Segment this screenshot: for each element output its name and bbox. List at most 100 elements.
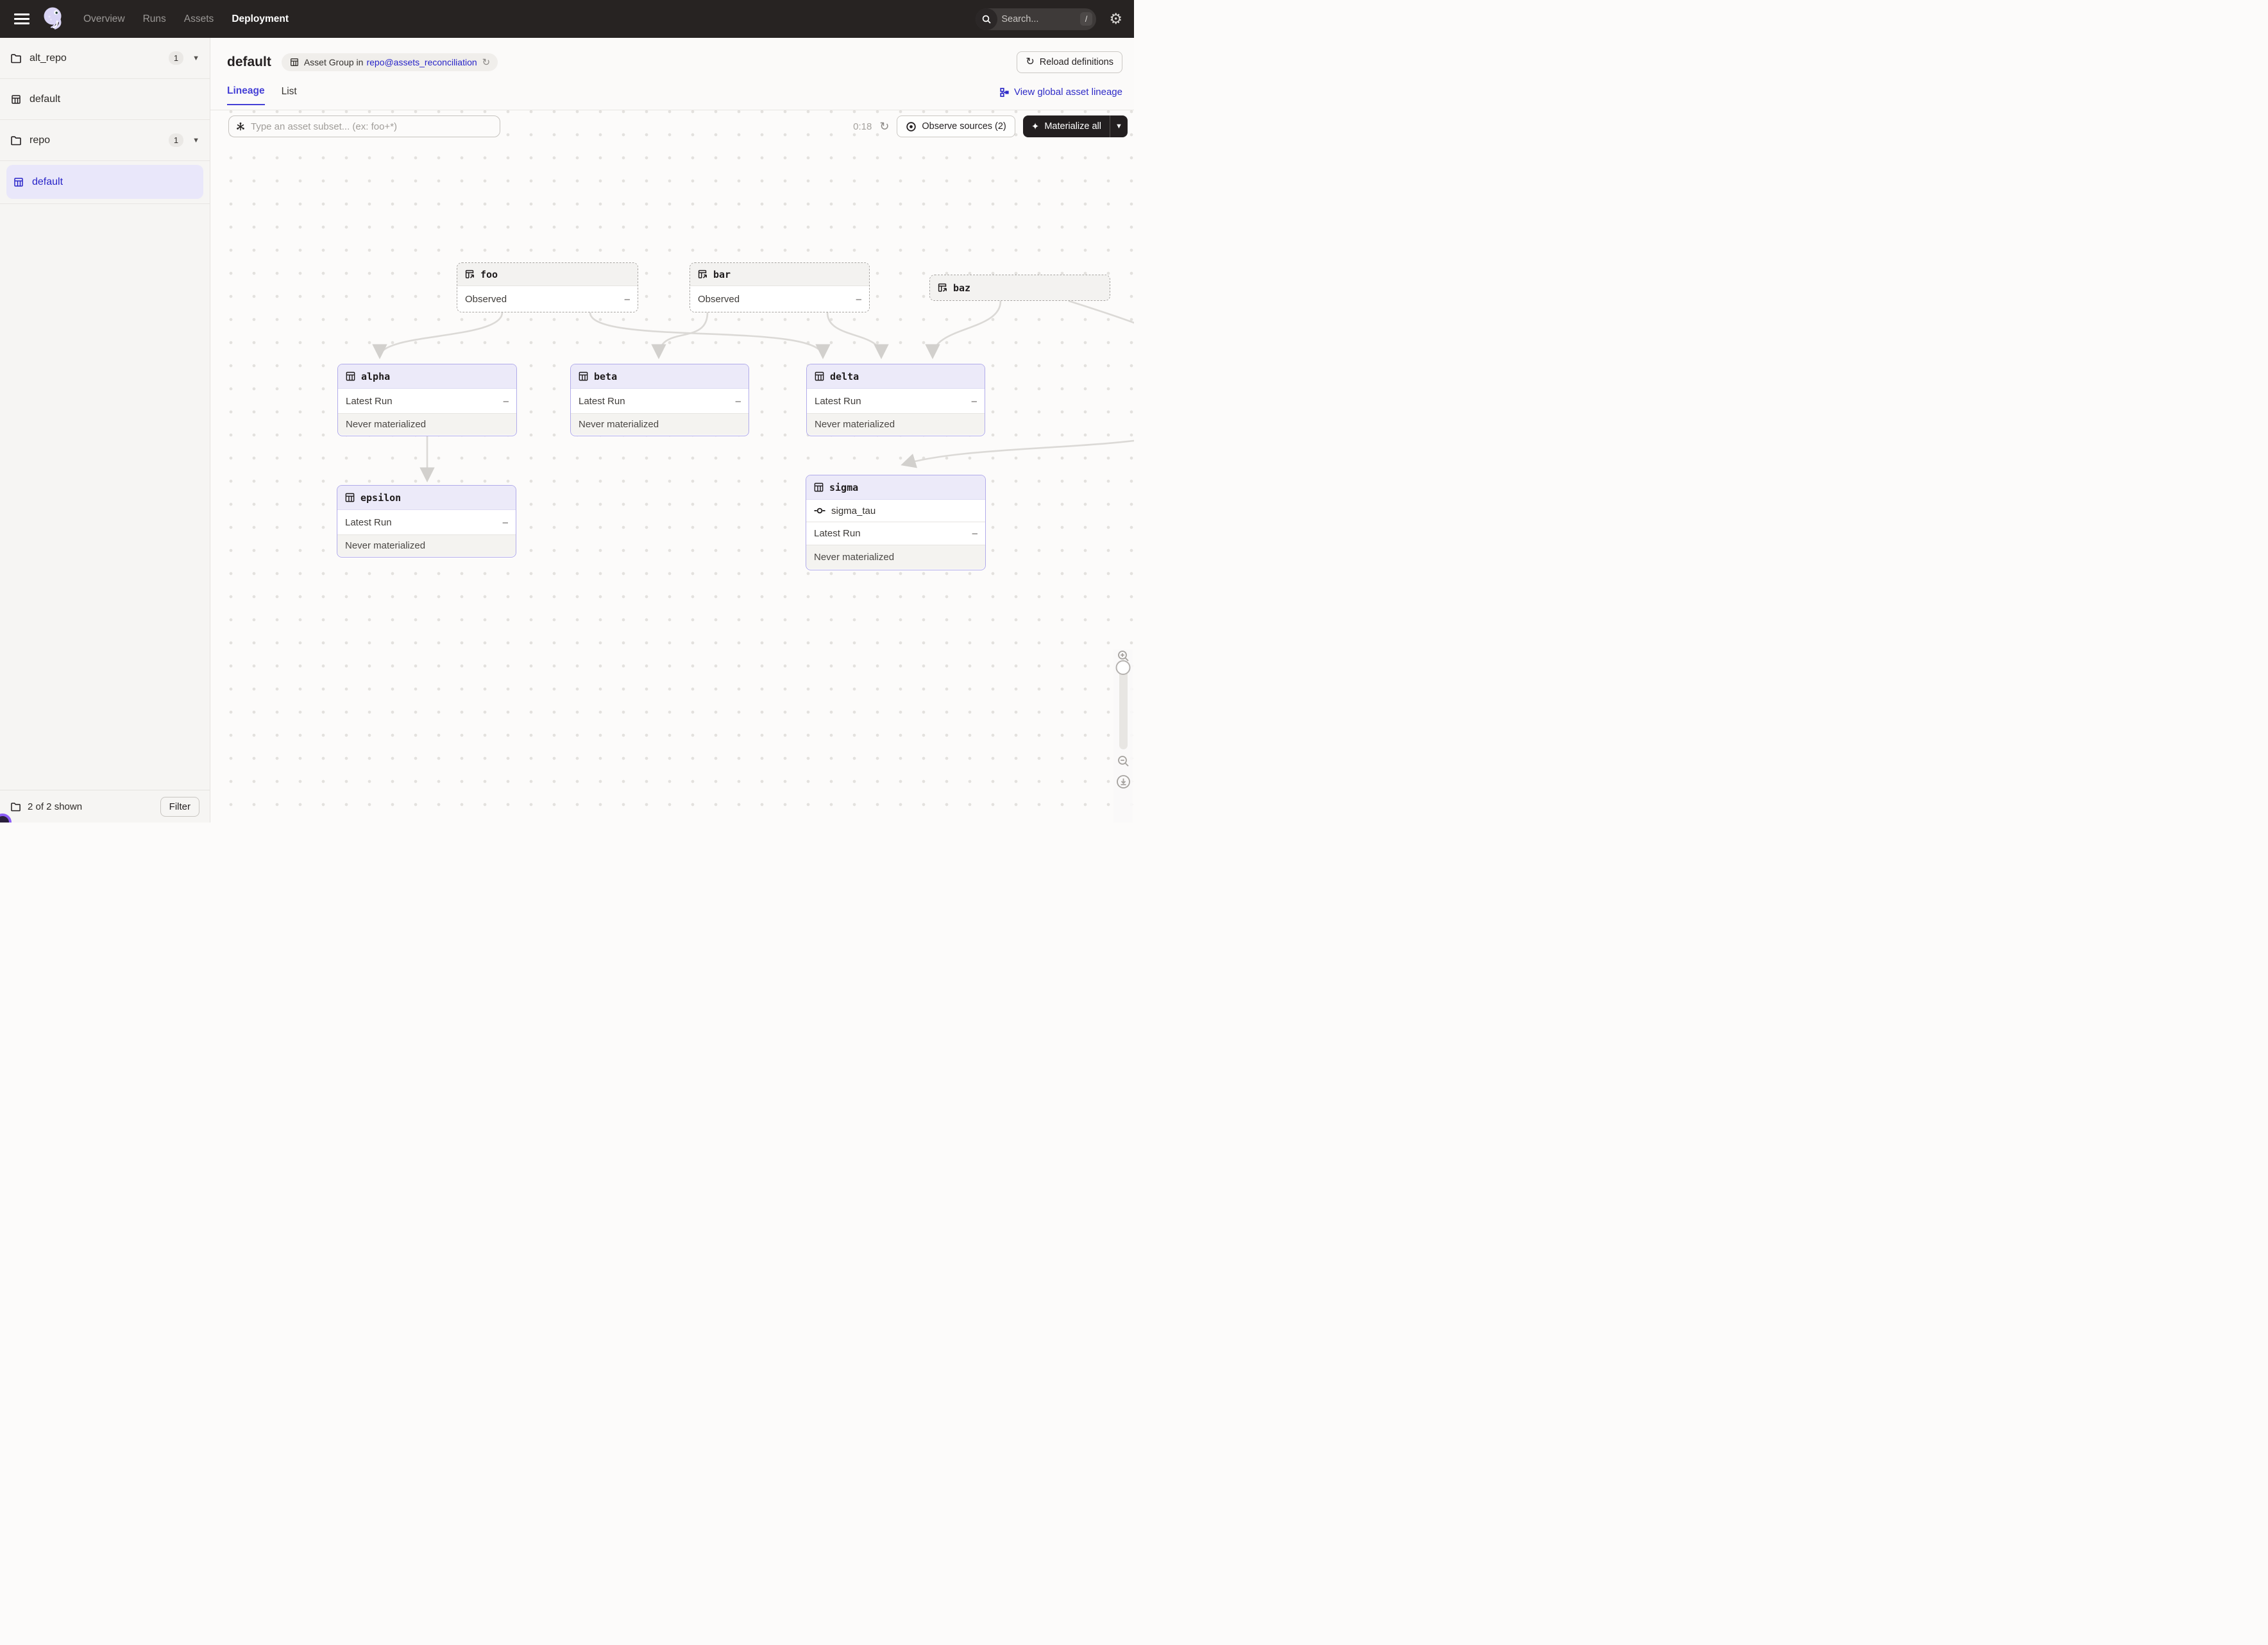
source-asset-icon xyxy=(464,269,475,280)
latest-run-value: – xyxy=(503,517,508,528)
folder-icon xyxy=(10,801,21,812)
asset-node-foo[interactable]: foo Observed – xyxy=(457,262,638,312)
status-label: Observed xyxy=(465,294,507,305)
settings-gear-icon[interactable]: ⚙ xyxy=(1109,12,1122,26)
latest-run-value: – xyxy=(972,528,977,539)
lineage-graph-icon xyxy=(999,87,1010,98)
asset-table-icon xyxy=(813,482,824,493)
sidebar-footer: 2 of 2 shown Filter xyxy=(0,790,210,822)
context-pill: Asset Group in repo@assets_reconciliatio… xyxy=(282,53,498,71)
status-value: – xyxy=(856,294,861,305)
search-input[interactable] xyxy=(997,14,1079,24)
sidebar-item-default-selected[interactable]: default xyxy=(6,165,203,199)
repo-location-link[interactable]: repo@assets_reconciliation xyxy=(366,57,477,67)
source-asset-icon xyxy=(697,269,708,280)
nav-overview[interactable]: Overview xyxy=(83,13,125,25)
sidebar-item-label: alt_repo xyxy=(30,53,67,64)
asset-group-icon xyxy=(289,57,300,67)
asset-subset-input[interactable] xyxy=(251,121,493,132)
status-label: Observed xyxy=(698,294,740,305)
reload-icon: ↻ xyxy=(1026,57,1034,67)
refresh-icon[interactable]: ↻ xyxy=(879,121,889,132)
materialization-status: Never materialized xyxy=(345,540,425,551)
main-content: default Asset Group in repo@assets_recon… xyxy=(210,38,1134,822)
materialization-status: Never materialized xyxy=(814,552,894,563)
folder-icon xyxy=(10,135,22,146)
asset-count-badge: 1 xyxy=(169,133,183,147)
latest-run-value: – xyxy=(972,396,977,407)
search-shortcut-key: / xyxy=(1080,12,1093,26)
asset-node-bar[interactable]: bar Observed – xyxy=(690,262,870,312)
nav-deployment[interactable]: Deployment xyxy=(232,13,289,25)
sidebar-item-default-group[interactable]: default xyxy=(0,79,210,120)
asset-subset-filter[interactable] xyxy=(228,115,500,137)
refresh-timer: 0:18 xyxy=(853,121,872,132)
page-title: default xyxy=(227,55,271,70)
materialization-status: Never materialized xyxy=(346,419,426,430)
dagster-app-window: Overview Runs Assets Deployment / ⚙ xyxy=(0,0,1134,822)
observe-eye-icon xyxy=(906,121,917,132)
zoom-slider[interactable] xyxy=(1119,666,1128,749)
sidebar-selected-wrap: default xyxy=(0,161,210,204)
asset-table-icon xyxy=(578,371,589,382)
materialization-status: Never materialized xyxy=(579,419,659,430)
nav-assets[interactable]: Assets xyxy=(184,13,214,25)
edge-bar-delta xyxy=(827,312,881,357)
asset-check-label: sigma_tau xyxy=(831,506,876,516)
dagster-logo-icon[interactable] xyxy=(41,6,65,33)
tab-list[interactable]: List xyxy=(282,86,297,105)
materialize-all-button[interactable]: ✦ Materialize all xyxy=(1023,115,1110,137)
filter-button[interactable]: Filter xyxy=(160,797,199,817)
latest-run-value: – xyxy=(736,396,741,407)
observe-sources-button[interactable]: Observe sources (2) xyxy=(897,115,1015,137)
shown-count-label: 2 of 2 shown xyxy=(28,801,82,812)
search-icon xyxy=(976,8,997,30)
sidebar-item-alt-repo[interactable]: alt_repo 1 ▼ xyxy=(0,38,210,79)
reload-location-icon[interactable]: ↻ xyxy=(482,58,491,67)
top-nav-bar: Overview Runs Assets Deployment / ⚙ xyxy=(0,0,1134,38)
hamburger-menu-icon[interactable] xyxy=(14,13,30,24)
asset-node-sigma[interactable]: sigma sigma_tau Latest Run – Never mater… xyxy=(806,475,986,570)
asset-node-baz[interactable]: baz xyxy=(929,275,1110,301)
asset-table-icon xyxy=(345,371,356,382)
edge-baz-delta xyxy=(933,301,1001,357)
asset-check-icon xyxy=(814,507,825,515)
asset-group-header: default Asset Group in repo@assets_recon… xyxy=(210,38,1134,110)
view-tabs: Lineage List View global asset lineage xyxy=(210,79,1134,105)
latest-run-label: Latest Run xyxy=(345,517,392,528)
latest-run-label: Latest Run xyxy=(579,396,625,407)
status-value: – xyxy=(625,294,630,305)
edge-bar-beta xyxy=(659,312,707,357)
source-asset-icon xyxy=(937,282,948,293)
view-global-asset-lineage-link[interactable]: View global asset lineage xyxy=(999,87,1122,105)
chevron-down-icon[interactable]: ▼ xyxy=(192,55,199,62)
lineage-edges xyxy=(210,110,1134,822)
chevron-down-icon[interactable]: ▼ xyxy=(192,137,199,144)
nav-runs[interactable]: Runs xyxy=(143,13,166,25)
asset-node-delta[interactable]: delta Latest Run – Never materialized xyxy=(806,364,985,436)
latest-run-label: Latest Run xyxy=(346,396,393,407)
primary-nav: Overview Runs Assets Deployment xyxy=(83,13,289,25)
asset-group-icon xyxy=(10,94,22,105)
context-prefix-label: Asset Group in xyxy=(304,57,364,67)
folder-icon xyxy=(10,53,22,64)
asset-lineage-canvas[interactable]: 0:18 ↻ Observe sources (2) ✦ Materialize… xyxy=(210,110,1134,822)
reload-definitions-button[interactable]: ↻ Reload definitions xyxy=(1017,51,1122,73)
sidebar-item-repo[interactable]: repo 1 ▼ xyxy=(0,120,210,161)
edge-foo-alpha xyxy=(380,312,502,357)
zoom-out-icon[interactable] xyxy=(1117,754,1130,768)
global-search[interactable]: / xyxy=(976,8,1096,30)
edge-foo-delta xyxy=(590,312,823,357)
asset-table-icon xyxy=(814,371,825,382)
latest-run-label: Latest Run xyxy=(815,396,861,407)
asset-node-alpha[interactable]: alpha Latest Run – Never materialized xyxy=(337,364,517,436)
zoom-slider-handle[interactable] xyxy=(1116,660,1131,675)
download-image-icon[interactable] xyxy=(1116,774,1131,789)
asset-node-beta[interactable]: beta Latest Run – Never materialized xyxy=(570,364,749,436)
materialize-all-button-group: ✦ Materialize all ▼ xyxy=(1023,115,1128,137)
tab-lineage[interactable]: Lineage xyxy=(227,85,265,105)
materialize-options-caret[interactable]: ▼ xyxy=(1110,115,1128,137)
code-location-sidebar: alt_repo 1 ▼ default repo 1 ▼ xyxy=(0,38,210,822)
sidebar-item-label: default xyxy=(30,94,60,105)
asset-node-epsilon[interactable]: epsilon Latest Run – Never materialized xyxy=(337,485,516,558)
